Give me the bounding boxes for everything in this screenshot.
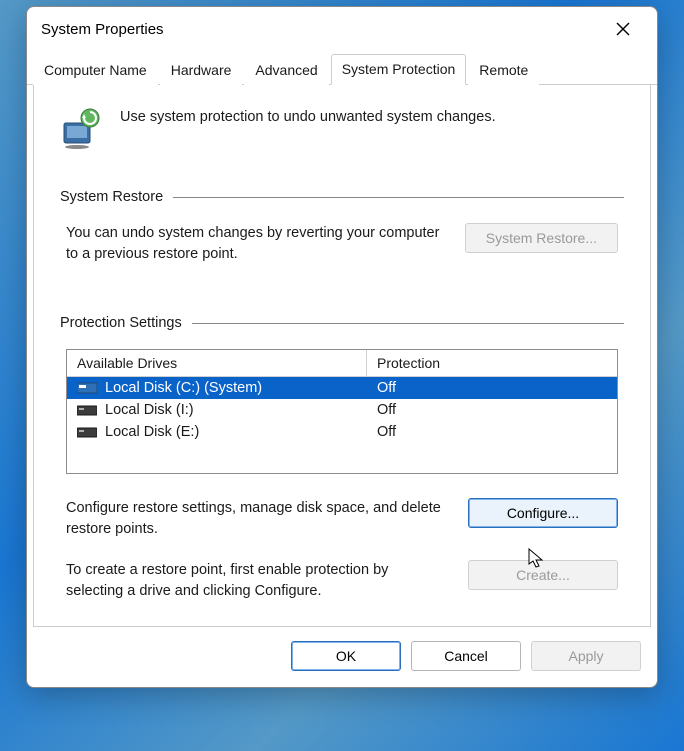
create-button[interactable]: Create... <box>468 560 618 590</box>
titlebar: System Properties <box>27 7 657 51</box>
restore-row: You can undo system changes by reverting… <box>60 223 624 285</box>
window-title: System Properties <box>41 21 164 38</box>
drive-label: Local Disk (E:) <box>105 424 199 440</box>
create-description: To create a restore point, first enable … <box>66 560 448 602</box>
protection-settings-title: Protection Settings <box>60 315 182 331</box>
intro-text: Use system protection to undo unwanted s… <box>120 107 496 125</box>
system-restore-title: System Restore <box>60 189 163 205</box>
configure-row: Configure restore settings, manage disk … <box>60 498 624 560</box>
system-protection-panel: Use system protection to undo unwanted s… <box>33 85 651 627</box>
column-protection[interactable]: Protection <box>367 350 617 376</box>
tab-advanced[interactable]: Advanced <box>244 55 328 85</box>
cancel-button[interactable]: Cancel <box>411 641 521 671</box>
drive-protection: Off <box>367 421 617 443</box>
table-spacer <box>67 443 617 473</box>
column-available-drives[interactable]: Available Drives <box>67 350 367 376</box>
tab-bar: Computer Name Hardware Advanced System P… <box>27 51 657 85</box>
system-protection-icon <box>60 107 102 149</box>
protection-settings-group: Protection Settings Available Drives Pro… <box>60 315 624 608</box>
system-restore-group: System Restore You can undo system chang… <box>60 189 624 285</box>
tab-computer-name[interactable]: Computer Name <box>33 55 158 85</box>
close-icon <box>616 22 630 36</box>
apply-button[interactable]: Apply <box>531 641 641 671</box>
tab-hardware[interactable]: Hardware <box>160 55 243 85</box>
drive-label: Local Disk (C:) (System) <box>105 380 262 396</box>
drive-row-e[interactable]: Local Disk (E:) Off <box>67 421 617 443</box>
restore-description: You can undo system changes by reverting… <box>66 223 447 265</box>
system-restore-button[interactable]: System Restore... <box>465 223 618 253</box>
group-header: Protection Settings <box>60 315 624 331</box>
intro-row: Use system protection to undo unwanted s… <box>60 107 624 149</box>
drive-row-c[interactable]: Local Disk (C:) (System) Off <box>67 377 617 399</box>
configure-description: Configure restore settings, manage disk … <box>66 498 448 540</box>
configure-button[interactable]: Configure... <box>468 498 618 528</box>
drive-icon <box>77 403 97 417</box>
drive-protection: Off <box>367 399 617 421</box>
tab-remote[interactable]: Remote <box>468 55 539 85</box>
dialog-footer: OK Cancel Apply <box>27 627 657 687</box>
drive-protection: Off <box>367 377 617 399</box>
drive-row-i[interactable]: Local Disk (I:) Off <box>67 399 617 421</box>
group-header: System Restore <box>60 189 624 205</box>
drives-header: Available Drives Protection <box>67 350 617 377</box>
drives-table: Available Drives Protection Local Disk (… <box>66 349 618 474</box>
divider <box>192 323 624 324</box>
drive-system-icon <box>77 381 97 395</box>
close-button[interactable] <box>603 14 643 44</box>
create-row: To create a restore point, first enable … <box>60 560 624 608</box>
divider <box>173 197 624 198</box>
ok-button[interactable]: OK <box>291 641 401 671</box>
drive-icon <box>77 425 97 439</box>
tab-system-protection[interactable]: System Protection <box>331 54 467 85</box>
drive-label: Local Disk (I:) <box>105 402 194 418</box>
system-properties-dialog: System Properties Computer Name Hardware… <box>26 6 658 688</box>
